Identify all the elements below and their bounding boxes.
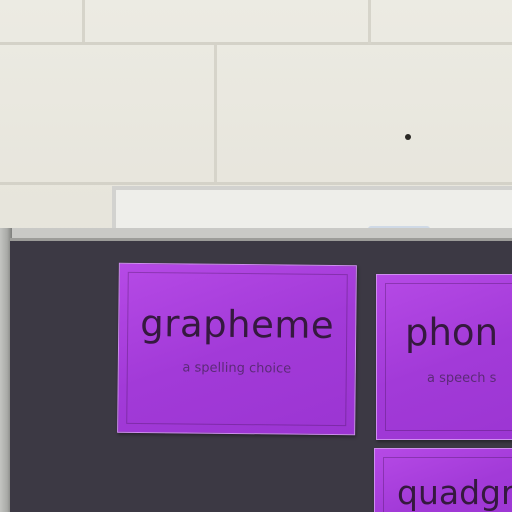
card-word: phon bbox=[405, 311, 499, 354]
card-border bbox=[385, 283, 512, 431]
word-card-grapheme: grapheme a spelling choice bbox=[117, 262, 357, 436]
word-card-phoneme: phon a speech s bbox=[376, 274, 512, 440]
wall-mark bbox=[405, 134, 411, 140]
mortar-line bbox=[82, 0, 85, 42]
mortar-line bbox=[0, 182, 512, 185]
photo-scene: grapheme a spelling choice phon a speech… bbox=[0, 0, 512, 512]
mortar-line bbox=[0, 42, 512, 45]
card-border bbox=[126, 271, 348, 427]
card-word: grapheme bbox=[140, 301, 335, 348]
mortar-line bbox=[368, 0, 371, 44]
card-subtitle: a speech s bbox=[427, 371, 497, 386]
mortar-line bbox=[214, 45, 217, 182]
card-word: quadgr bbox=[397, 473, 512, 512]
word-card-quadgraph: quadgr bbox=[374, 448, 512, 512]
card-subtitle: a spelling choice bbox=[182, 360, 292, 377]
